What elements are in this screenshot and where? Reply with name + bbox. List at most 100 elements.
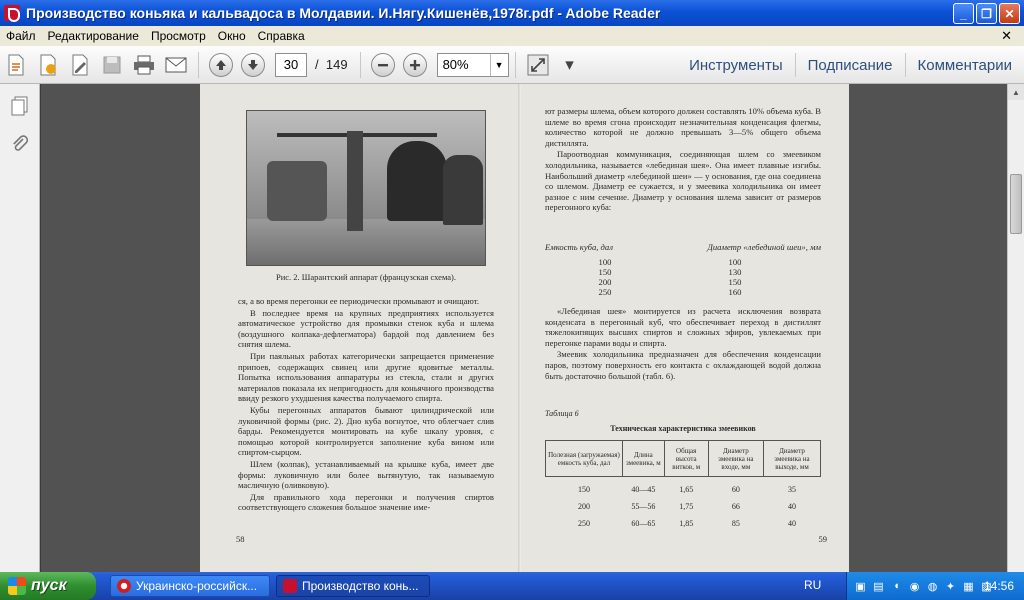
update-icon[interactable]: ◍ — [925, 579, 940, 594]
display-icon[interactable]: ▦ — [961, 579, 976, 594]
language-indicator[interactable]: RU — [804, 578, 821, 592]
paragraph: В последнее время на крупных предприятия… — [238, 307, 494, 350]
right-page-text-mid: «Лебединая шея» монтируется из расчета и… — [545, 306, 821, 382]
volume-table: 100 100 150 130 200 150 250 160 — [545, 257, 821, 297]
email-icon[interactable] — [163, 52, 189, 78]
table-cell: 150 — [598, 267, 612, 277]
document-view[interactable]: Рис. 2. Шарантский аппарат (французская … — [41, 84, 1007, 572]
table-cell: 250 — [577, 519, 590, 528]
paragraph: Кубы перегонных аппаратов бывают цилиндр… — [238, 404, 494, 458]
scroll-thumb[interactable] — [1010, 174, 1022, 234]
monitor-icon[interactable]: ▤ — [871, 579, 886, 594]
paragraph: Для правильного хода перегонки и получен… — [238, 491, 494, 513]
table-row: 150 40—45 1,65 60 35 — [546, 477, 821, 499]
table-cell: 100 — [598, 257, 612, 267]
page-left: Рис. 2. Шарантский аппарат (французская … — [200, 84, 520, 572]
paragraph: Змеевик холодильника предназначен для об… — [545, 349, 821, 381]
more-tools-icon[interactable]: ▾ — [557, 52, 583, 78]
table-cell: 40 — [787, 519, 796, 528]
table-header-row: Полезная (загружаемая) емкость куба, дал… — [545, 440, 822, 477]
table-cell: 1,85 — [679, 519, 694, 528]
menu-window[interactable]: Окно — [212, 29, 252, 43]
next-page-icon[interactable] — [241, 52, 265, 77]
comments-panel-link[interactable]: Комментарии — [904, 53, 1024, 77]
table-header: Длина змеевика, м — [621, 440, 665, 477]
page-separator: / — [315, 57, 319, 72]
taskbar-item-opera[interactable]: Украинско-российск... — [110, 575, 270, 597]
sign-panel-link[interactable]: Подписание — [794, 53, 905, 77]
window-controls: _ ❐ ✕ — [953, 3, 1020, 24]
table-row: 150 130 — [545, 267, 821, 277]
table-cell: 150 — [577, 485, 590, 494]
security-icon[interactable]: ◉ — [907, 579, 922, 594]
toolbar-separator — [198, 51, 199, 78]
table-cell: 130 — [728, 267, 742, 277]
maximize-button[interactable]: ❐ — [976, 3, 997, 24]
page-total: / 149 — [315, 57, 348, 72]
taskbar: пуск Украинско-российск... Производство … — [0, 572, 1024, 600]
table-cell: 55—56 — [631, 502, 656, 511]
paragraph: Пароотводная коммуникация, соединяющая ш… — [545, 149, 821, 213]
minimize-button[interactable]: _ — [953, 3, 974, 24]
menu-edit[interactable]: Редактирование — [42, 29, 145, 43]
page-right: ют размеры шлема, объем которого должен … — [521, 84, 849, 572]
zoom-in-icon[interactable] — [402, 52, 427, 77]
taskbar-item-adobe-reader[interactable]: Производство конь... — [276, 575, 430, 597]
table-cell: 66 — [731, 502, 740, 511]
table-cell: 150 — [728, 277, 742, 287]
table-header: Общая высота витков, м — [663, 440, 709, 477]
paragraph: При паяльных работах категорически запре… — [238, 350, 494, 404]
paragraph: «Лебединая шея» монтируется из расчета и… — [545, 306, 821, 348]
menu-help[interactable]: Справка — [252, 29, 311, 43]
tools-panel-link[interactable]: Инструменты — [677, 53, 795, 77]
previous-page-icon[interactable] — [209, 52, 233, 77]
table-header: Диаметр змеевика на входе, мм — [707, 440, 764, 477]
attachments-icon[interactable] — [8, 132, 32, 156]
scroll-up-icon[interactable]: ▲ — [1008, 84, 1024, 100]
close-button[interactable]: ✕ — [999, 3, 1020, 24]
start-button[interactable]: пуск — [0, 572, 96, 600]
save-icon[interactable] — [99, 52, 125, 78]
bluetooth-icon[interactable]: ✦ — [943, 579, 958, 594]
volume-icon[interactable]: ◖ — [889, 579, 904, 594]
menu-file[interactable]: Файл — [0, 29, 42, 43]
figure-still-photo — [246, 110, 486, 266]
chevron-down-icon[interactable]: ▼ — [489, 53, 508, 76]
table-header: Полезная (загружаемая) емкость куба, дал — [545, 440, 623, 477]
clock: 14:56 — [983, 579, 1014, 593]
print-icon[interactable] — [131, 52, 157, 78]
diameter-col-header: Диаметр «лебединой шеи», мм — [707, 242, 821, 252]
window-title: Производство коньяка и кальвадоса в Молд… — [26, 5, 661, 21]
menu-bar: Файл Редактирование Просмотр Окно Справк… — [0, 26, 1024, 46]
create-pdf-icon[interactable] — [3, 52, 29, 78]
toolbar-separator — [514, 51, 516, 78]
navigation-pane — [0, 84, 40, 572]
toolbar: 30 / 149 80% ▼ ▾ Инструменты Подписание … — [0, 46, 1024, 84]
table-cell: 60—65 — [631, 519, 656, 528]
toolbar-panels: Инструменты Подписание Комментарии — [677, 46, 1024, 84]
sign-document-icon[interactable] — [67, 52, 93, 78]
table-row: 100 100 — [545, 257, 821, 267]
zoom-select[interactable]: 80% ▼ — [436, 52, 509, 77]
volume-col-header: Емкость куба, дал — [545, 242, 613, 252]
table-cell: 1,65 — [679, 485, 694, 494]
table-cell: 85 — [731, 519, 740, 528]
menu-view[interactable]: Просмотр — [145, 29, 212, 43]
network-icon[interactable]: ▣ — [853, 579, 868, 594]
coil-spec-table: Полезная (загружаемая) емкость куба, дал… — [545, 440, 822, 532]
system-tray: ▣ ▤ ◖ ◉ ◍ ✦ ▦ ▧ 14:56 — [846, 572, 1024, 600]
fit-page-icon[interactable] — [525, 52, 551, 78]
table-header: Диаметр змеевика на выходе, мм — [762, 440, 822, 477]
page-thumbnails-icon[interactable] — [8, 94, 32, 118]
vertical-scrollbar[interactable]: ▲ — [1007, 84, 1024, 572]
document-close-button[interactable]: ✕ — [995, 28, 1018, 44]
paragraph: Шлем (колпак), устанавливаемый на крышке… — [238, 458, 494, 491]
page-number-input[interactable]: 30 — [275, 52, 307, 77]
zoom-out-icon[interactable] — [370, 52, 395, 77]
figure-caption: Рис. 2. Шарантский аппарат (французская … — [275, 272, 456, 282]
table-label: Таблица 6 — [545, 409, 579, 418]
taskbar-item-label: Производство конь... — [302, 579, 419, 593]
edit-pdf-icon[interactable] — [35, 52, 61, 78]
taskbar-item-label: Украинско-российск... — [136, 579, 258, 593]
table-cell: 35 — [787, 485, 796, 494]
